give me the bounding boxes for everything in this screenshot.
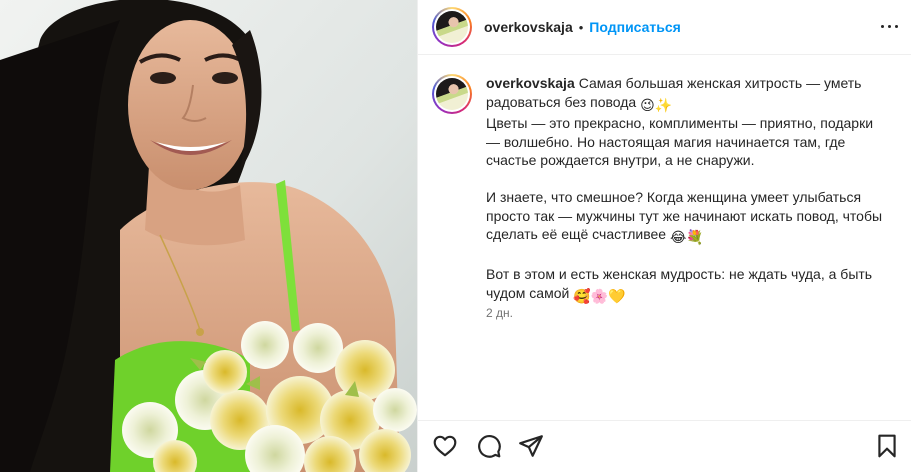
smiling-hearts-emoji: 🥰 <box>573 287 591 304</box>
more-options-icon[interactable] <box>878 17 902 37</box>
caption-line-4: Вот в этом и есть женская мудрость: не ж… <box>486 266 876 301</box>
header-username[interactable]: overkovskaja <box>484 19 573 35</box>
avatar[interactable] <box>432 7 472 47</box>
wink-emoji: 😉 <box>640 96 655 113</box>
caption-avatar[interactable] <box>432 74 472 114</box>
yellow-heart-emoji: 💛 <box>608 287 626 304</box>
separator-dot: • <box>578 19 584 35</box>
follow-button[interactable]: Подписаться <box>589 19 681 35</box>
instagram-post: overkovskaja • Подписаться overkovskaja С… <box>0 0 911 472</box>
comment-icon[interactable] <box>476 433 502 459</box>
post-details-panel: overkovskaja • Подписаться overkovskaja С… <box>417 0 911 472</box>
bouquet-emoji: 💐 <box>686 229 704 245</box>
share-icon[interactable] <box>518 433 544 459</box>
post-time[interactable]: 2 дн. <box>486 306 513 320</box>
sparkles-emoji: ✨ <box>654 96 673 113</box>
action-bar <box>418 420 911 472</box>
caption-line-2: Цветы — это прекрасно, комплименты — при… <box>486 115 877 168</box>
photo-woman-with-flowers <box>0 0 417 472</box>
caption-text: overkovskaja Самая большая женская хитрос… <box>486 74 886 305</box>
bookmark-icon[interactable] <box>874 433 900 459</box>
blossom-emoji: 🌸 <box>590 287 609 304</box>
caption-row: overkovskaja Самая большая женская хитрос… <box>432 74 902 305</box>
laughing-emoji: 😂 <box>669 229 687 245</box>
post-header: overkovskaja • Подписаться <box>418 0 911 55</box>
caption-username[interactable]: overkovskaja <box>486 75 575 91</box>
heart-icon[interactable] <box>432 433 458 459</box>
post-photo[interactable] <box>0 0 417 472</box>
